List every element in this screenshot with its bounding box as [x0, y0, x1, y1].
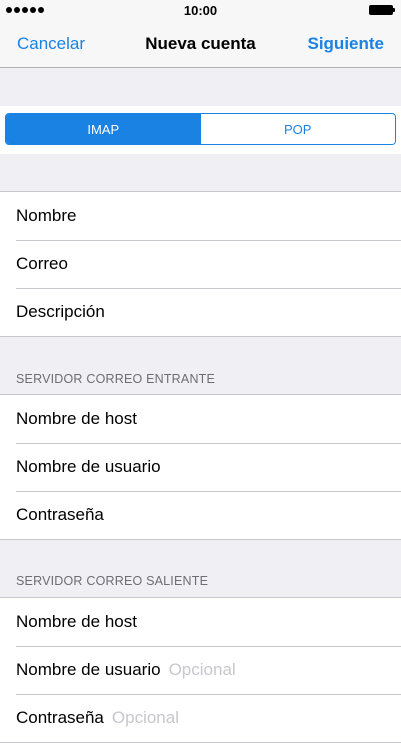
incoming-password-field[interactable]: Contraseña [0, 491, 401, 539]
description-field-label: Descripción [16, 302, 105, 321]
outgoing-username-field[interactable]: Nombre de usuario Opcional [0, 646, 401, 694]
status-bar: 10:00 [0, 0, 401, 20]
description-field[interactable]: Descripción [0, 288, 401, 336]
email-field-label: Correo [16, 254, 68, 273]
account-info-group: Nombre Correo Descripción [0, 191, 401, 337]
account-type-section: IMAP POP [0, 106, 401, 154]
segment-pop[interactable]: POP [200, 114, 395, 144]
navigation-bar: Cancelar Nueva cuenta Siguiente [0, 20, 401, 68]
incoming-hostname-field[interactable]: Nombre de host [0, 395, 401, 443]
outgoing-server-header: SERVIDOR CORREO SALIENTE [16, 574, 209, 588]
status-time: 10:00 [183, 3, 218, 18]
incoming-password-label: Contraseña [16, 505, 104, 524]
incoming-server-header: SERVIDOR CORREO ENTRANTE [16, 372, 216, 386]
outgoing-username-placeholder: Opcional [168, 660, 236, 679]
cancel-button[interactable]: Cancelar [17, 34, 85, 54]
next-button[interactable]: Siguiente [307, 34, 384, 54]
incoming-username-field[interactable]: Nombre de usuario [0, 443, 401, 491]
outgoing-password-field[interactable]: Contraseña Opcional [0, 694, 401, 742]
incoming-server-group: Nombre de host Nombre de usuario Contras… [0, 394, 401, 540]
battery-icon [369, 5, 395, 15]
account-type-segmented-control: IMAP POP [5, 113, 396, 145]
name-field-label: Nombre [16, 206, 77, 225]
incoming-username-label: Nombre de usuario [16, 457, 161, 476]
outgoing-hostname-field[interactable]: Nombre de host [0, 598, 401, 646]
outgoing-hostname-label: Nombre de host [16, 612, 137, 631]
outgoing-password-label: Contraseña [16, 708, 104, 727]
outgoing-username-label: Nombre de usuario [16, 660, 161, 679]
email-field[interactable]: Correo [0, 240, 401, 288]
outgoing-server-group: Nombre de host Nombre de usuario Opciona… [0, 597, 401, 743]
name-field[interactable]: Nombre [0, 192, 401, 240]
segment-imap[interactable]: IMAP [6, 114, 201, 144]
incoming-hostname-label: Nombre de host [16, 409, 137, 428]
outgoing-password-placeholder: Opcional [111, 708, 179, 727]
